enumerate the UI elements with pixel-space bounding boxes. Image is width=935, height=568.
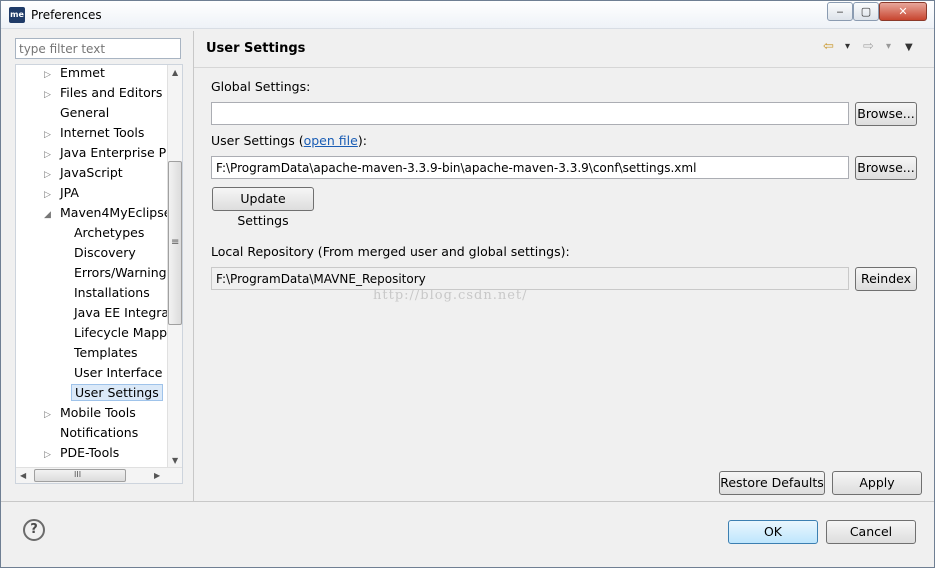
collapsed-arrow-icon[interactable]: ▷ xyxy=(44,85,56,105)
local-repository-label: Local Repository (From merged user and g… xyxy=(211,244,570,259)
user-settings-label-prefix: User Settings ( xyxy=(211,133,304,148)
tree-item[interactable]: Notifications xyxy=(44,423,138,443)
collapsed-arrow-icon[interactable]: ▷ xyxy=(44,185,56,205)
tree-item-label: Files and Editors xyxy=(60,85,163,100)
scroll-grip-icon: ≡ xyxy=(171,237,180,248)
tree-item-label: Emmet xyxy=(60,65,105,80)
tree-item-label: User Settings xyxy=(71,384,163,401)
back-menu-icon[interactable]: ▾ xyxy=(845,41,850,52)
collapsed-arrow-icon[interactable]: ▷ xyxy=(44,65,56,85)
global-settings-label: Global Settings: xyxy=(211,79,311,94)
tree-item-label: JPA xyxy=(60,185,79,200)
watermark-text: http://blog.csdn.net/ xyxy=(373,288,528,303)
hscroll-grip-icon: III xyxy=(74,470,82,479)
tree-item-label: User Interface xyxy=(74,365,163,380)
back-arrow-icon[interactable]: ⇦ xyxy=(823,39,834,54)
user-settings-field[interactable] xyxy=(211,156,849,179)
footer-divider xyxy=(1,501,934,502)
tree-item-label: Installations xyxy=(74,285,150,300)
tree-item[interactable]: User Settings xyxy=(71,383,163,403)
tree-item-label: Lifecycle Mapp xyxy=(74,325,168,340)
tree-item[interactable]: Discovery xyxy=(74,243,136,263)
scroll-up-icon[interactable]: ▲ xyxy=(172,68,178,77)
global-settings-field[interactable] xyxy=(211,102,849,125)
cancel-button[interactable]: Cancel xyxy=(826,520,916,544)
reindex-button[interactable]: Reindex xyxy=(855,267,917,291)
tree-item[interactable]: User Interface xyxy=(74,363,162,383)
user-browse-button[interactable]: Browse... xyxy=(855,156,917,180)
tree-item[interactable]: ▷ Emmet xyxy=(44,65,105,85)
window-title: Preferences xyxy=(31,8,102,22)
tree-item-label: Errors/Warning xyxy=(74,265,167,280)
tree-item-label: Notifications xyxy=(60,425,139,440)
view-menu-icon[interactable]: ▼ xyxy=(905,42,913,53)
apply-button[interactable]: Apply xyxy=(832,471,922,495)
tree-item-label: JavaScript xyxy=(60,165,123,180)
user-settings-label: User Settings (open file): xyxy=(211,133,367,148)
tree-item[interactable]: ▷ Internet Tools xyxy=(44,123,144,143)
tree-item[interactable]: ▷ Files and Editors xyxy=(44,83,162,103)
tree-item[interactable]: General xyxy=(44,103,109,123)
tree-item[interactable]: Errors/Warning xyxy=(74,263,167,283)
tree-item[interactable]: Lifecycle Mapp xyxy=(74,323,167,343)
forward-arrow-icon[interactable]: ⇨ xyxy=(863,39,874,54)
tree-item-label: Archetypes xyxy=(74,225,145,240)
collapsed-arrow-icon[interactable]: ▷ xyxy=(44,165,56,185)
page-separator xyxy=(194,67,934,68)
tree-item[interactable]: Installations xyxy=(74,283,150,303)
page-navigation: ⇦ ▾ ⇨ ▾ ▼ xyxy=(823,39,923,59)
preferences-tree[interactable]: ▷ Emmet ▷ Files and Editors General ▷ Internet… xyxy=(15,64,183,484)
close-button[interactable]: ✕ xyxy=(879,2,927,21)
preferences-window: me Preferences ‒ ▢ ✕ ▷ Emmet ▷ Files and Ed… xyxy=(0,0,935,568)
user-settings-label-suffix: ): xyxy=(357,133,367,148)
tree-item-label: Maven4MyEclipse xyxy=(60,205,172,220)
scroll-right-icon[interactable]: ▶ xyxy=(154,471,160,480)
scroll-down-icon[interactable]: ▼ xyxy=(172,456,178,465)
app-logo-icon: me xyxy=(9,7,25,23)
tree-item[interactable]: ▷ Java Enterprise Pr xyxy=(44,143,171,163)
collapsed-arrow-icon[interactable]: ▷ xyxy=(44,405,56,425)
tree-item-label: General xyxy=(60,105,110,120)
expanded-arrow-icon[interactable]: ◢ xyxy=(44,205,56,225)
tree-item-label: Mobile Tools xyxy=(60,405,136,420)
tree-item[interactable]: ▷ PDE-Tools xyxy=(44,443,119,463)
tree-item[interactable]: ◢ Maven4MyEclipse xyxy=(44,203,171,223)
ok-button[interactable]: OK xyxy=(728,520,818,544)
collapsed-arrow-icon[interactable]: ▷ xyxy=(44,125,56,145)
tree-item-label: PDE-Tools xyxy=(60,445,120,460)
page-title: User Settings xyxy=(206,41,306,56)
collapsed-arrow-icon[interactable]: ▷ xyxy=(44,145,56,165)
tree-item[interactable]: Templates xyxy=(74,343,138,363)
tree-item-label: Discovery xyxy=(74,245,136,260)
minimize-button[interactable]: ‒ xyxy=(827,2,853,21)
forward-menu-icon[interactable]: ▾ xyxy=(886,41,891,52)
help-icon[interactable]: ? xyxy=(23,519,45,541)
panel-divider[interactable] xyxy=(193,31,194,501)
title-bar[interactable]: me Preferences ‒ ▢ ✕ xyxy=(1,1,934,29)
tree-item[interactable]: Archetypes xyxy=(74,223,144,243)
tree-item-label: Java Enterprise Pr xyxy=(60,145,172,160)
scroll-left-icon[interactable]: ◀ xyxy=(20,471,26,480)
tree-item[interactable]: Java EE Integra xyxy=(74,303,169,323)
tree-item-label: Templates xyxy=(74,345,138,360)
tree-item-label: Internet Tools xyxy=(60,125,145,140)
local-repository-field[interactable] xyxy=(211,267,849,290)
global-browse-button[interactable]: Browse... xyxy=(855,102,917,126)
filter-input[interactable] xyxy=(15,38,181,59)
tree-item[interactable]: ▷ Mobile Tools xyxy=(44,403,136,423)
tree-item[interactable]: ▷ JavaScript xyxy=(44,163,123,183)
tree-item-label: Java EE Integra xyxy=(74,305,170,320)
maximize-button[interactable]: ▢ xyxy=(853,2,879,21)
tree-item[interactable]: ▷ JPA xyxy=(44,183,79,203)
open-file-link[interactable]: open file xyxy=(304,133,358,148)
update-settings-button[interactable]: Update Settings xyxy=(212,187,314,228)
restore-defaults-button[interactable]: Restore Defaults xyxy=(719,471,825,495)
collapsed-arrow-icon[interactable]: ▷ xyxy=(44,445,56,465)
